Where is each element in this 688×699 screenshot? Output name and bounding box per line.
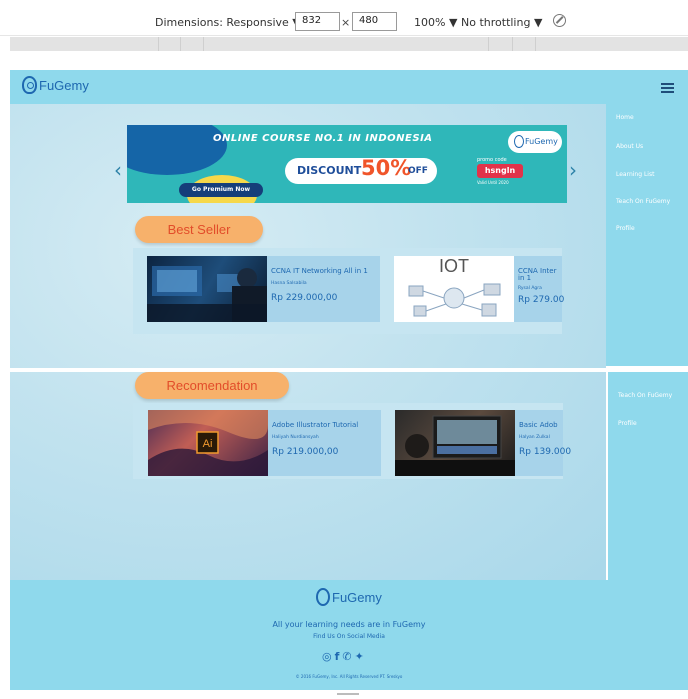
site-footer: FuGemy All your learning needs are in Fu… [10, 580, 688, 690]
site-logo[interactable]: FuGemy [22, 76, 89, 94]
course-title-line2: in 1 [518, 274, 532, 282]
ruler-mark [488, 37, 489, 51]
course-thumbnail: Ai [148, 410, 268, 476]
course-price: Rp 229.000,00 [271, 293, 338, 303]
logo-icon [316, 588, 330, 606]
nav-home[interactable]: Home [616, 114, 634, 121]
width-input[interactable]: 832 [295, 12, 340, 31]
footer-logo[interactable]: FuGemy [316, 588, 382, 606]
screenshot-seam [10, 368, 688, 372]
course-price: Rp 139.000 [519, 447, 572, 457]
promo-banner[interactable]: ONLINE COURSE NO.1 IN INDONESIA DISCOUNT… [127, 125, 567, 203]
nav-teach-on-fugemy[interactable]: Teach On FuGemy [616, 198, 670, 205]
course-card[interactable]: Ai Adobe Illustrator Tutorial Haliyah Nu… [148, 410, 381, 476]
site-viewport: FuGemy Home About Us Learning List Teach… [10, 70, 688, 690]
nav-about-us[interactable]: About Us [616, 143, 643, 150]
banner-headline: ONLINE COURSE NO.1 IN INDONESIA [213, 133, 433, 144]
footer-copyright: © 2016 FuGemy, Inc. All Rights Reserved … [295, 674, 403, 679]
zoom-dropdown[interactable]: 100% ▼ [414, 16, 457, 29]
nav-teach-on-fugemy[interactable]: Teach On FuGemy [618, 392, 672, 399]
carousel-prev-arrow[interactable]: ‹ [114, 158, 122, 182]
side-navigation: Home About Us Learning List Teach On FuG… [606, 104, 688, 366]
course-title: CCNA IT Networking All in 1 [271, 267, 368, 275]
discount-value: 50% [361, 156, 412, 180]
nav-learning-list[interactable]: Learning List [616, 171, 654, 178]
promo-valid: Valid Until 2020 [477, 180, 509, 185]
course-thumbnail [395, 410, 515, 476]
facebook-icon[interactable]: f [335, 650, 340, 663]
course-price: Rp 219.000,00 [272, 447, 339, 457]
rotate-icon[interactable] [553, 14, 566, 27]
media-query-ruler[interactable] [10, 37, 688, 51]
course-title: Adobe Illustrator Tutorial [272, 421, 359, 429]
course-author: Haliyah Nurdiansyah [272, 435, 319, 440]
social-links: ◎ f ✆ ✦ [322, 650, 364, 663]
ruler-mark [180, 37, 181, 51]
nav-profile[interactable]: Profile [618, 420, 637, 427]
logo-text: FuGemy [39, 77, 89, 93]
course-card[interactable]: Basic Adob Halyan Zulkal Rp 139.000 [395, 410, 571, 476]
recommendation-heading: Recomendation [135, 372, 289, 399]
discount-label: DISCOUNT [297, 164, 362, 177]
height-input[interactable]: 480 [352, 12, 397, 31]
promo-code: hsngln [477, 164, 523, 178]
ruler-mark [158, 37, 159, 51]
dimensions-dropdown[interactable]: Dimensions: Responsive ▼ [155, 16, 301, 29]
footer-logo-text: FuGemy [332, 589, 382, 605]
promo-label: promo code [477, 157, 507, 163]
discount-badge: DISCOUNT 50% OFF [285, 156, 437, 184]
resize-handle[interactable] [337, 693, 359, 695]
footer-tagline: All your learning needs are in FuGemy [272, 620, 426, 629]
course-author: Rysal Agra [518, 286, 542, 291]
devtools-toolbar: Dimensions: Responsive ▼ 832 × 480 100% … [0, 0, 688, 36]
dimension-separator: × [341, 16, 351, 29]
throttling-dropdown[interactable]: No throttling ▼ [461, 16, 542, 29]
course-author: Halyan Zulkal [519, 435, 550, 440]
course-card[interactable]: CCNA IT Networking All in 1 Hasna Salsab… [147, 256, 380, 322]
go-premium-button[interactable]: Go Premium Now [179, 183, 263, 197]
ruler-mark [203, 37, 204, 51]
instagram-icon[interactable]: ◎ [322, 650, 332, 663]
ruler-mark [535, 37, 536, 51]
course-price: Rp 279.00 [518, 295, 565, 305]
logo-icon [22, 76, 37, 94]
course-title: Basic Adob [519, 421, 558, 429]
ai-image-text: Ai [203, 438, 213, 450]
twitter-icon[interactable]: ✦ [355, 650, 364, 663]
carousel-next-arrow[interactable]: › [569, 158, 577, 182]
iot-image-text: IOT [439, 256, 469, 276]
banner-logo-text: FuGemy [525, 137, 558, 146]
best-seller-heading: Best Seller [135, 216, 263, 243]
course-thumbnail [147, 256, 267, 322]
banner-logo: FuGemy [508, 131, 562, 153]
footer-social-label: Find Us On Social Media [313, 633, 385, 640]
off-label: OFF [408, 166, 428, 176]
course-card[interactable]: IOT CCNA Inter in 1 Rysal Agra Rp 279.00 [394, 256, 565, 322]
ruler-mark [512, 37, 513, 51]
course-thumbnail: IOT [394, 256, 514, 322]
promo-code-box: promo code hsngln Valid Until 2020 [477, 157, 525, 187]
banner-decoration [127, 125, 227, 175]
course-author: Hasna Salsabila [271, 281, 307, 286]
side-navigation-continued: Teach On FuGemy Profile [608, 372, 688, 580]
nav-profile[interactable]: Profile [616, 225, 635, 232]
hamburger-menu-icon[interactable] [661, 83, 674, 93]
site-header: FuGemy [10, 70, 688, 104]
logo-icon [514, 135, 524, 148]
whatsapp-icon[interactable]: ✆ [342, 650, 351, 663]
